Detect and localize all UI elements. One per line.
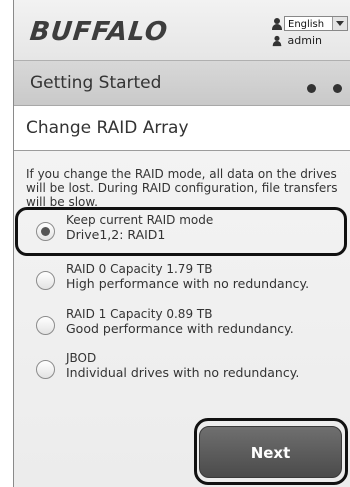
user-info: admin [272, 34, 322, 47]
raid-option-jbod[interactable]: JBOD Individual drives with no redundanc… [36, 351, 336, 385]
step-dot-icon [333, 84, 342, 93]
user-icon [272, 18, 282, 30]
option-detail: High performance with no redundancy. [66, 276, 310, 291]
raid-option-raid0[interactable]: RAID 0 Capacity 1.79 TB High performance… [36, 262, 336, 296]
option-title: RAID 1 Capacity 0.89 TB [66, 307, 213, 321]
section-title: Change RAID Array [26, 118, 189, 138]
option-detail: Individual drives with no redundancy. [66, 365, 300, 380]
brand-bar: BUFFALO English admin [14, 0, 350, 60]
chevron-down-icon[interactable] [332, 17, 347, 30]
raid-options-panel: If you change the RAID mode, all data on… [14, 151, 350, 487]
title-bar: Getting Started [14, 60, 350, 106]
user-icon [272, 35, 282, 47]
app-frame: BUFFALO English admin Getting Started Ch… [13, 0, 350, 487]
radio-button-checked[interactable] [36, 222, 55, 241]
raid-option-raid1[interactable]: RAID 1 Capacity 0.89 TB Good performance… [36, 307, 336, 341]
step-dot-icon [307, 84, 316, 93]
page-title: Getting Started [30, 73, 162, 93]
buffalo-logo: BUFFALO [28, 17, 170, 47]
warning-text: If you change the RAID mode, all data on… [26, 167, 338, 207]
option-detail: Drive1,2: RAID1 [66, 227, 166, 242]
language-value: English [288, 19, 325, 30]
radio-button[interactable] [36, 316, 55, 335]
radio-button[interactable] [36, 360, 55, 379]
section-header: Change RAID Array [14, 106, 350, 151]
raid-option-keep-current[interactable]: Keep current RAID mode Drive1,2: RAID1 [36, 213, 336, 247]
next-button[interactable]: Next [199, 426, 342, 478]
username: admin [287, 34, 322, 47]
language-select[interactable]: English [284, 16, 348, 31]
option-title: JBOD [66, 351, 97, 365]
option-detail: Good performance with redundancy. [66, 321, 294, 336]
option-title: RAID 0 Capacity 1.79 TB [66, 262, 213, 276]
option-title: Keep current RAID mode [66, 213, 214, 227]
radio-button[interactable] [36, 271, 55, 290]
